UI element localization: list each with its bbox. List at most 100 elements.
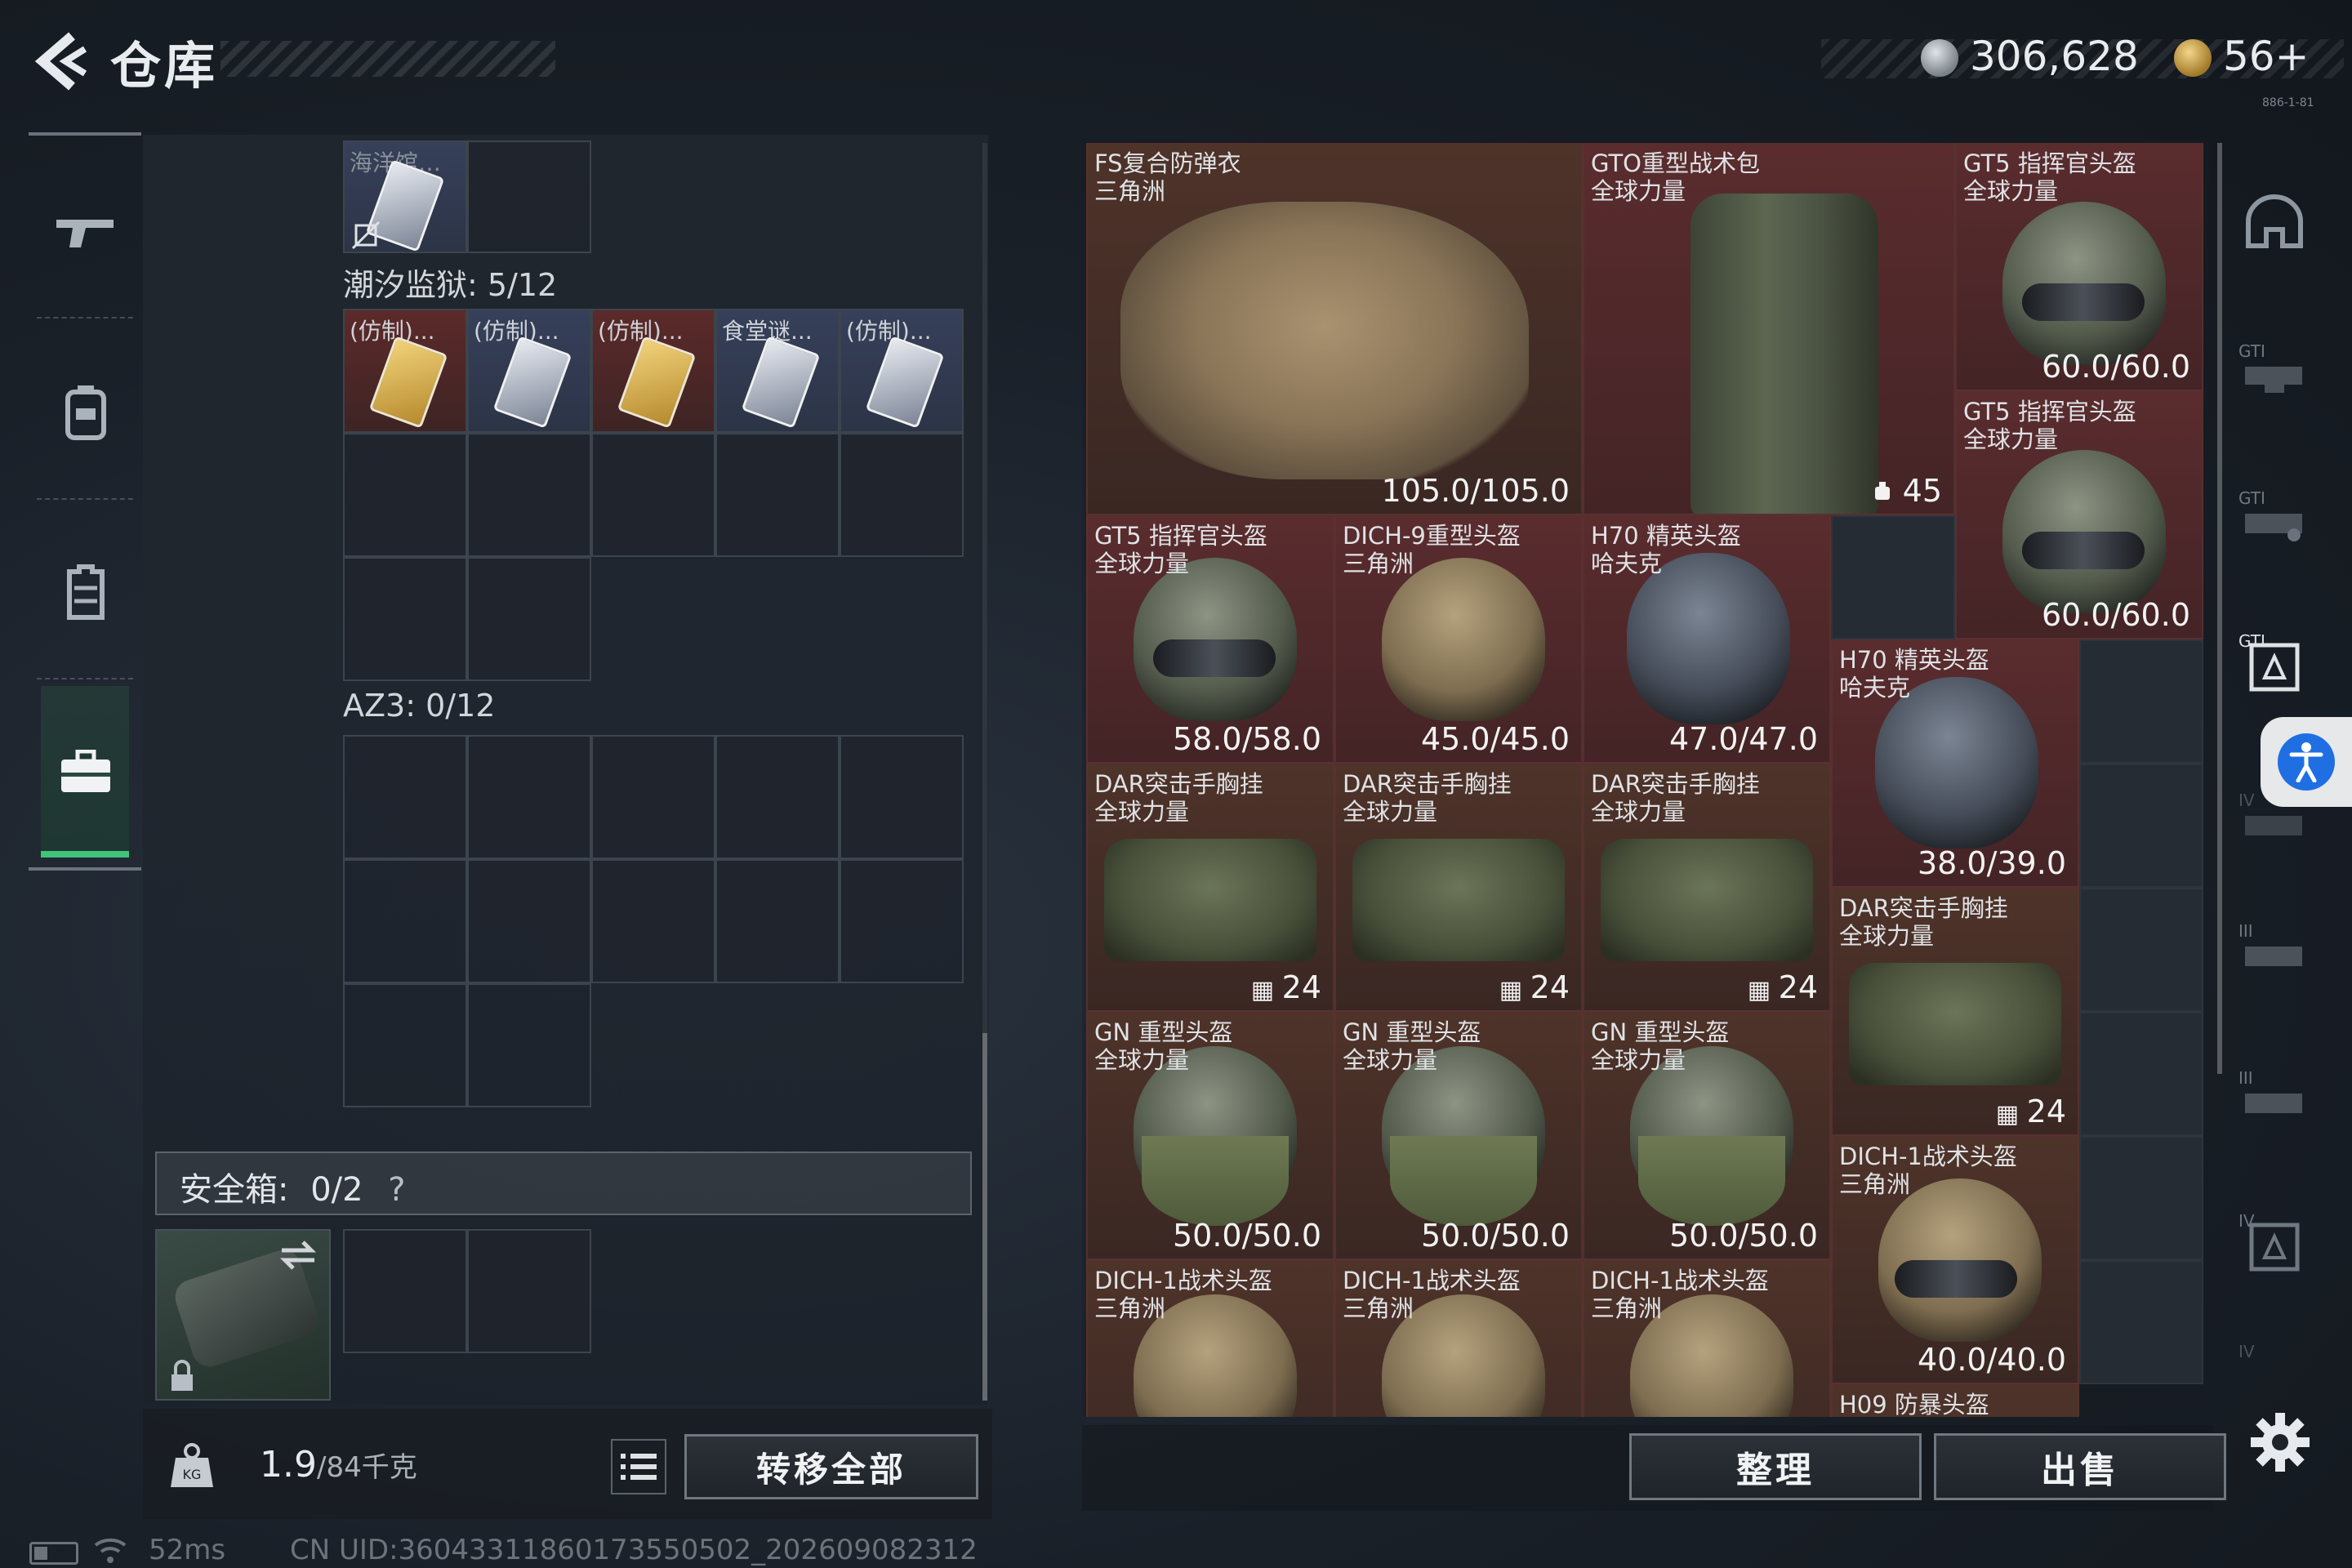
vest-icon[interactable] bbox=[45, 551, 127, 633]
tide-prison-label: 潮汐监狱: 5/12 bbox=[343, 267, 558, 303]
helmet-image bbox=[1875, 677, 2038, 849]
item-gt5-helmet[interactable]: GT5 指挥官头盔 全球力量 60.0/60.0 bbox=[1955, 143, 2203, 391]
empty-slot[interactable] bbox=[1831, 515, 1955, 639]
item-name: FS复合防弹衣 三角洲 bbox=[1094, 149, 1241, 205]
empty-slot[interactable] bbox=[2079, 888, 2203, 1012]
item-gn-helmet[interactable]: GN 重型头盔 全球力量 50.0/50.0 bbox=[1583, 1012, 1831, 1260]
iv-armor-filter-icon[interactable]: IV bbox=[2234, 1200, 2315, 1282]
chest-rig-image bbox=[1104, 839, 1316, 961]
toolbox-icon[interactable] bbox=[45, 731, 127, 813]
keycard-slot[interactable]: (仿制)... bbox=[591, 309, 715, 433]
item-dich1-helmet[interactable]: DICH-1战术头盔 三角洲 bbox=[1334, 1260, 1583, 1417]
empty-slot[interactable] bbox=[467, 140, 591, 253]
container-slot[interactable]: 海洋馆… bbox=[343, 140, 467, 253]
backpack-icon[interactable] bbox=[45, 372, 127, 453]
keycard-slot[interactable]: (仿制)... bbox=[840, 309, 964, 433]
swap-icon[interactable] bbox=[278, 1239, 318, 1272]
empty-slot[interactable] bbox=[2079, 764, 2203, 888]
iv-more-filter-icon[interactable]: IV bbox=[2234, 1339, 2315, 1372]
iii-gear-filter-icon[interactable]: III bbox=[2234, 906, 2315, 988]
item-dich9-helmet[interactable]: DICH-9重型头盔 三角洲 45.0/45.0 bbox=[1334, 515, 1583, 764]
item-name: GT5 指挥官头盔 全球力量 bbox=[1094, 522, 1267, 577]
gold-coin-icon[interactable] bbox=[2174, 39, 2212, 77]
gear-icon[interactable] bbox=[2247, 1410, 2313, 1475]
backpack-image bbox=[1690, 194, 1878, 514]
safe-box-slot[interactable] bbox=[155, 1229, 331, 1401]
item-dar-chest-rig[interactable]: DAR突击手胸挂 全球力量 ▦ 24 bbox=[1334, 764, 1583, 1012]
item-h09-helmet[interactable]: H09 防暴头盔 bbox=[1831, 1384, 2079, 1417]
helmet-image bbox=[1627, 553, 1790, 724]
right-scrollbar-thumb[interactable] bbox=[2217, 143, 2222, 1074]
back-arrow-icon[interactable] bbox=[24, 24, 98, 98]
item-durability: 50.0/50.0 bbox=[1420, 1218, 1570, 1254]
empty-slot[interactable] bbox=[715, 735, 840, 859]
accessibility-button[interactable] bbox=[2261, 717, 2352, 807]
item-dar-chest-rig[interactable]: DAR突击手胸挂 全球力量 ▦ 24 bbox=[1583, 764, 1831, 1012]
item-capacity: ▦ 24 bbox=[1747, 969, 1818, 1005]
item-fs-vest[interactable]: FS复合防弹衣 三角洲 105.0/105.0 bbox=[1086, 143, 1583, 515]
item-gto-backpack[interactable]: GTO重型战术包 全球力量 45 bbox=[1583, 143, 1955, 515]
empty-slot[interactable] bbox=[591, 735, 715, 859]
item-durability: 60.0/60.0 bbox=[2041, 597, 2190, 633]
gti-armor-filter-icon[interactable]: GTI bbox=[2234, 621, 2315, 702]
item-name: DICH-1战术头盔 三角洲 bbox=[1591, 1267, 1769, 1322]
item-dich1-helmet[interactable]: DICH-1战术头盔 三角洲 bbox=[1086, 1260, 1334, 1417]
empty-slot[interactable] bbox=[715, 433, 840, 557]
empty-slot[interactable] bbox=[343, 1229, 467, 1353]
gti-rig-filter-icon[interactable]: GTI bbox=[2234, 474, 2315, 555]
empty-slot[interactable] bbox=[840, 859, 964, 983]
item-gt5-helmet[interactable]: GT5 指挥官头盔 全球力量 58.0/58.0 bbox=[1086, 515, 1334, 764]
item-h70-helmet[interactable]: H70 精英头盔 哈夫克 38.0/39.0 bbox=[1831, 639, 2079, 888]
keycard-slot[interactable]: (仿制)... bbox=[343, 309, 467, 433]
item-durability: 45.0/45.0 bbox=[1420, 721, 1570, 757]
slots-icon: ▦ bbox=[1250, 976, 1282, 1004]
gun-icon[interactable] bbox=[45, 192, 127, 274]
empty-slot[interactable] bbox=[343, 983, 467, 1107]
empty-slot[interactable] bbox=[343, 433, 467, 557]
empty-slot[interactable] bbox=[467, 1229, 591, 1353]
currency-gold-value[interactable]: 56+ bbox=[2223, 33, 2310, 80]
item-name: H70 精英头盔 哈夫克 bbox=[1591, 522, 1741, 577]
rail-top-line bbox=[29, 132, 141, 136]
sort-button[interactable]: 整理 bbox=[1629, 1433, 1922, 1500]
empty-slot[interactable] bbox=[2079, 1260, 2203, 1384]
empty-slot[interactable] bbox=[467, 983, 591, 1107]
gti-vest-filter-icon[interactable]: GTI bbox=[2234, 327, 2315, 408]
item-name: GT5 指挥官头盔 全球力量 bbox=[1963, 149, 2136, 205]
iii-rig-filter-icon[interactable]: III bbox=[2234, 1054, 2315, 1135]
item-gn-helmet[interactable]: GN 重型头盔 全球力量 50.0/50.0 bbox=[1086, 1012, 1334, 1260]
empty-slot[interactable] bbox=[467, 735, 591, 859]
item-dar-chest-rig[interactable]: DAR突击手胸挂 全球力量 ▦ 24 bbox=[1831, 888, 2079, 1136]
item-dar-chest-rig[interactable]: DAR突击手胸挂 全球力量 ▦ 24 bbox=[1086, 764, 1334, 1012]
empty-slot[interactable] bbox=[343, 557, 467, 681]
helmet-filter-icon[interactable] bbox=[2234, 180, 2315, 261]
item-dich1-helmet[interactable]: DICH-1战术头盔 三角洲 bbox=[1583, 1260, 1831, 1417]
empty-slot[interactable] bbox=[2079, 1012, 2203, 1136]
list-view-button[interactable] bbox=[611, 1439, 666, 1494]
item-gn-helmet[interactable]: GN 重型头盔 全球力量 50.0/50.0 bbox=[1334, 1012, 1583, 1260]
left-scrollbar-thumb[interactable] bbox=[982, 1033, 987, 1401]
keycard-slot[interactable]: (仿制)... bbox=[467, 309, 591, 433]
item-gt5-helmet[interactable]: GT5 指挥官头盔 全球力量 60.0/60.0 bbox=[1955, 391, 2203, 639]
empty-slot[interactable] bbox=[343, 859, 467, 983]
sell-button[interactable]: 出售 bbox=[1934, 1433, 2226, 1500]
empty-slot[interactable] bbox=[467, 859, 591, 983]
help-icon[interactable]: ? bbox=[388, 1171, 405, 1209]
empty-slot[interactable] bbox=[2079, 639, 2203, 764]
item-durability: 38.0/39.0 bbox=[1917, 845, 2066, 881]
empty-slot[interactable] bbox=[591, 433, 715, 557]
empty-slot[interactable] bbox=[467, 557, 591, 681]
keycard-slot[interactable]: 食堂谜... bbox=[715, 309, 840, 433]
empty-slot[interactable] bbox=[715, 859, 840, 983]
item-label: (仿制)... bbox=[474, 318, 559, 345]
empty-slot[interactable] bbox=[840, 735, 964, 859]
item-h70-helmet[interactable]: H70 精英头盔 哈夫克 47.0/47.0 bbox=[1583, 515, 1831, 764]
empty-slot[interactable] bbox=[2079, 1136, 2203, 1260]
empty-slot[interactable] bbox=[840, 433, 964, 557]
item-dich1-helmet[interactable]: DICH-1战术头盔 三角洲 40.0/40.0 bbox=[1831, 1136, 2079, 1384]
empty-slot[interactable] bbox=[343, 735, 467, 859]
item-name: GT5 指挥官头盔 全球力量 bbox=[1963, 398, 2136, 453]
empty-slot[interactable] bbox=[467, 433, 591, 557]
empty-slot[interactable] bbox=[591, 859, 715, 983]
transfer-all-button[interactable]: 转移全部 bbox=[684, 1434, 978, 1499]
